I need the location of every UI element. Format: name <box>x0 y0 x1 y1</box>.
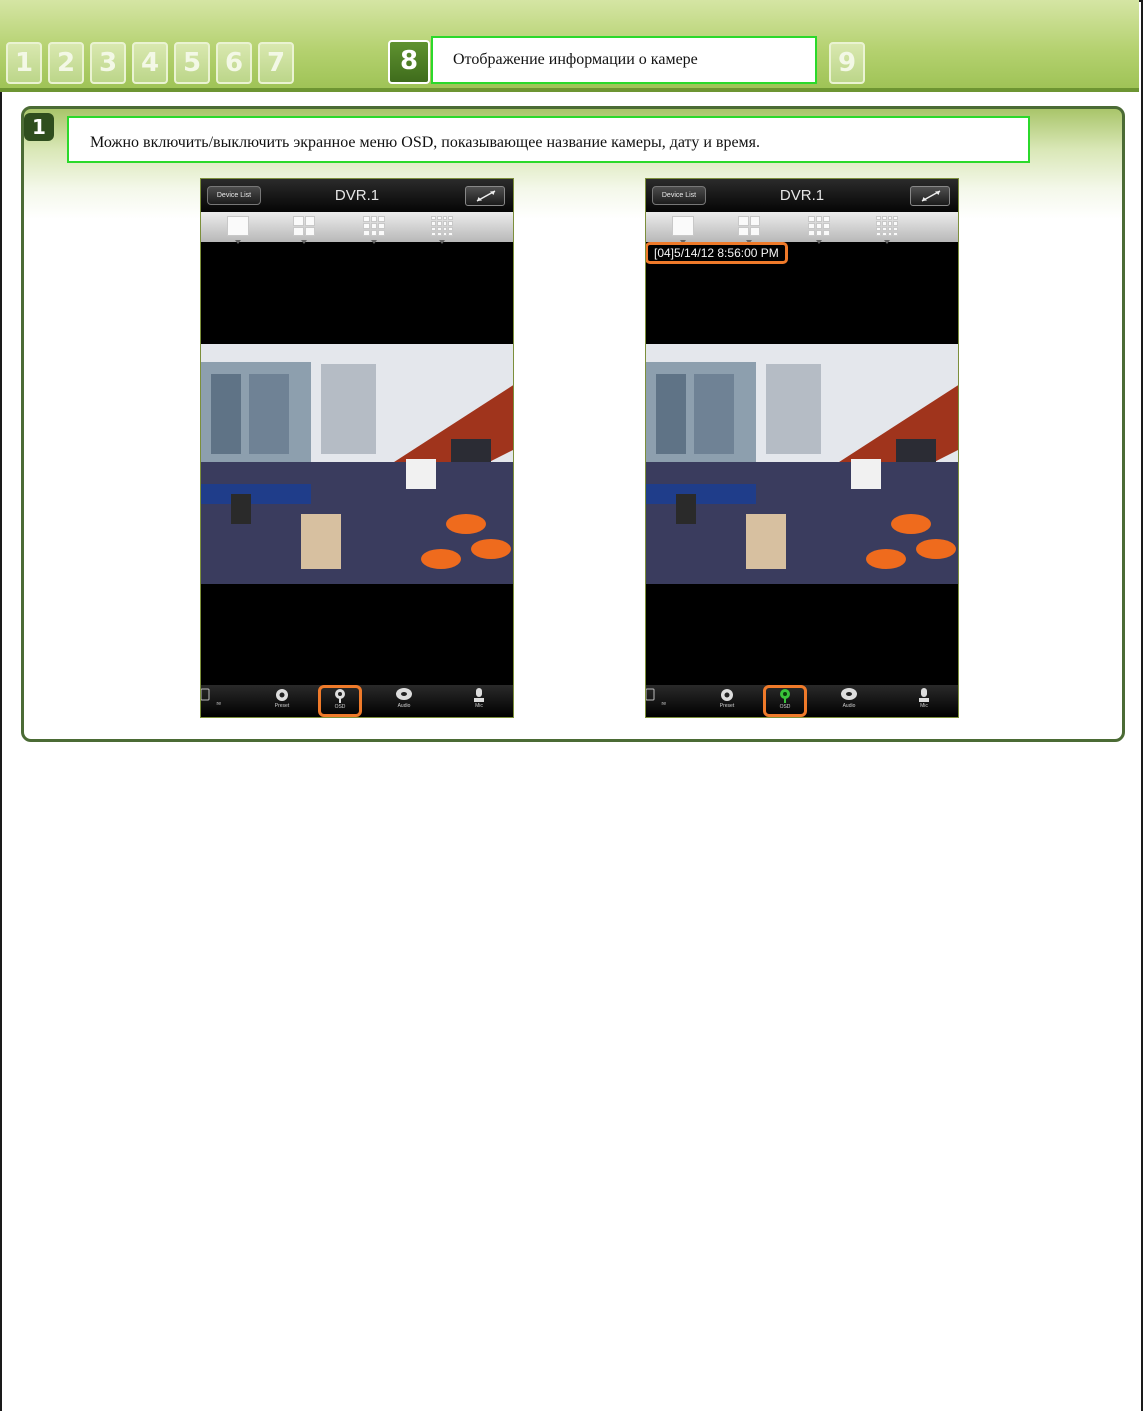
toolbar-audio-button[interactable]: Audio <box>829 687 869 715</box>
layout-9-icon[interactable] <box>808 216 830 244</box>
bottom-toolbar: re Preset OSD Audio Mic <box>201 685 513 717</box>
tab-step-5[interactable]: 5 <box>174 42 210 84</box>
step-description: Можно включить/выключить экранное меню O… <box>90 134 761 151</box>
toolbar-audio-label: Audio <box>397 703 411 709</box>
phone-header: Device List DVR.1 <box>201 179 513 212</box>
tab-step-1[interactable]: 1 <box>6 42 42 84</box>
camera-scene-image <box>201 344 513 584</box>
tab-title: Отображение информации о камере <box>453 51 698 68</box>
toolbar-audio-button[interactable]: Audio <box>384 687 424 715</box>
toolbar-preset-button[interactable]: Preset <box>707 687 747 715</box>
step-description-box: Можно включить/выключить экранное меню O… <box>67 116 1030 163</box>
tab-step-7[interactable]: 7 <box>258 42 294 84</box>
toolbar-osd-button[interactable]: OSD <box>318 685 362 717</box>
layout-16-icon[interactable] <box>876 216 898 244</box>
preset-icon <box>721 689 733 701</box>
tab-step-2[interactable]: 2 <box>48 42 84 84</box>
toolbar-audio-label: Audio <box>842 703 856 709</box>
mic-icon <box>919 688 929 702</box>
layout-selector-bar <box>646 212 958 244</box>
camera-feed <box>646 344 958 584</box>
tab-step-8[interactable]: 8 <box>388 40 430 84</box>
step-tab-bar: 1 2 3 4 5 6 7 8 9 Отображение информации… <box>0 0 1139 92</box>
audio-icon <box>841 688 857 700</box>
step-panel <box>21 106 1125 742</box>
phone-screen-osd-off: Device List DVR.1 re Preset OSD Audio Mi… <box>200 178 514 718</box>
layout-1-icon[interactable] <box>672 216 694 244</box>
phone-screen-osd-on: Device List DVR.1 [04]5/14/12 8:56:00 PM <box>645 178 959 718</box>
tab-bar-divider <box>0 88 1139 92</box>
toolbar-osd-button[interactable]: OSD <box>763 685 807 717</box>
layout-1-icon[interactable] <box>227 216 249 244</box>
expand-icon <box>476 190 496 202</box>
tab-step-3[interactable]: 3 <box>90 42 126 84</box>
toolbar-mic-button[interactable]: Mic <box>459 687 499 715</box>
toolbar-mic-label: Mic <box>920 703 928 709</box>
fullscreen-button[interactable] <box>465 186 505 206</box>
camera-feed <box>201 344 513 584</box>
toolbar-mic-button[interactable]: Mic <box>904 687 944 715</box>
toolbar-preset-label: Preset <box>719 703 735 709</box>
tab-title-box: Отображение информации о камере <box>431 36 817 84</box>
toolbar-capture-label: re <box>661 701 666 707</box>
osd-overlay-text: [04]5/14/12 8:56:00 PM <box>646 242 788 264</box>
camera-scene-image <box>646 344 958 584</box>
bottom-toolbar: re Preset OSD Audio Mic <box>646 685 958 717</box>
toolbar-capture-button[interactable]: re <box>646 687 670 715</box>
fullscreen-button[interactable] <box>910 186 950 206</box>
osd-icon-active <box>780 689 790 703</box>
capture-icon <box>646 688 655 701</box>
mic-icon <box>474 688 484 702</box>
phone-header: Device List DVR.1 <box>646 179 958 212</box>
layout-9-icon[interactable] <box>363 216 385 244</box>
toolbar-osd-label: OSD <box>334 704 346 710</box>
expand-icon <box>921 190 941 202</box>
preset-icon <box>276 689 288 701</box>
layout-4-icon[interactable] <box>738 216 760 244</box>
toolbar-preset-button[interactable]: Preset <box>262 687 302 715</box>
osd-icon <box>335 689 345 703</box>
audio-icon <box>396 688 412 700</box>
tab-step-6[interactable]: 6 <box>216 42 252 84</box>
tab-step-4[interactable]: 4 <box>132 42 168 84</box>
capture-icon <box>201 688 210 701</box>
toolbar-osd-label: OSD <box>779 704 791 710</box>
layout-4-icon[interactable] <box>293 216 315 244</box>
layout-selector-bar <box>201 212 513 244</box>
tab-step-9[interactable]: 9 <box>829 42 865 84</box>
toolbar-mic-label: Mic <box>475 703 483 709</box>
toolbar-capture-button[interactable]: re <box>201 687 225 715</box>
toolbar-capture-label: re <box>216 701 221 707</box>
step-number-badge: 1 <box>24 113 54 141</box>
toolbar-preset-label: Preset <box>274 703 290 709</box>
layout-16-icon[interactable] <box>431 216 453 244</box>
